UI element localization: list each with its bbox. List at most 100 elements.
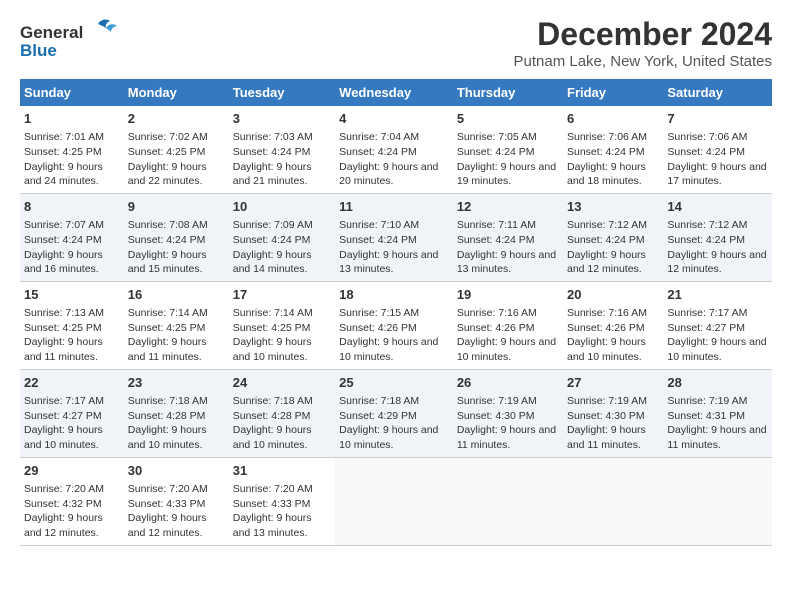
daylight-label: Daylight: 9 hours and 12 minutes. [567, 249, 646, 276]
day-number: 7 [667, 110, 768, 128]
sunrise-label: Sunrise: 7:08 AM [128, 219, 208, 231]
day-number: 23 [128, 374, 225, 392]
calendar-header-row: Sunday Monday Tuesday Wednesday Thursday… [20, 79, 772, 106]
daylight-label: Daylight: 9 hours and 11 minutes. [567, 424, 646, 451]
page-title: December 2024 [514, 16, 772, 53]
sunset-label: Sunset: 4:24 PM [567, 146, 645, 158]
col-thursday: Thursday [453, 79, 563, 106]
day-cell-25: 25Sunrise: 7:18 AMSunset: 4:29 PMDayligh… [335, 369, 453, 457]
day-number: 6 [567, 110, 659, 128]
day-number: 25 [339, 374, 449, 392]
day-cell-16: 16Sunrise: 7:14 AMSunset: 4:25 PMDayligh… [124, 281, 229, 369]
day-number: 29 [24, 462, 120, 480]
sunrise-label: Sunrise: 7:18 AM [339, 395, 419, 407]
daylight-label: Daylight: 9 hours and 24 minutes. [24, 161, 103, 188]
day-cell-10: 10Sunrise: 7:09 AMSunset: 4:24 PMDayligh… [229, 193, 335, 281]
col-saturday: Saturday [663, 79, 772, 106]
day-cell-22: 22Sunrise: 7:17 AMSunset: 4:27 PMDayligh… [20, 369, 124, 457]
sunrise-label: Sunrise: 7:19 AM [457, 395, 537, 407]
daylight-label: Daylight: 9 hours and 11 minutes. [24, 336, 103, 363]
sunset-label: Sunset: 4:33 PM [233, 498, 311, 510]
day-number: 11 [339, 198, 449, 216]
daylight-label: Daylight: 9 hours and 15 minutes. [128, 249, 207, 276]
day-number: 10 [233, 198, 331, 216]
sunset-label: Sunset: 4:25 PM [24, 146, 102, 158]
day-cell-24: 24Sunrise: 7:18 AMSunset: 4:28 PMDayligh… [229, 369, 335, 457]
sunset-label: Sunset: 4:26 PM [567, 322, 645, 334]
empty-cell-w4-d6 [663, 457, 772, 545]
day-number: 31 [233, 462, 331, 480]
daylight-label: Daylight: 9 hours and 11 minutes. [128, 336, 207, 363]
sunset-label: Sunset: 4:24 PM [128, 234, 206, 246]
sunrise-label: Sunrise: 7:06 AM [667, 131, 747, 143]
sunset-label: Sunset: 4:30 PM [567, 410, 645, 422]
daylight-label: Daylight: 9 hours and 10 minutes. [567, 336, 646, 363]
day-cell-28: 28Sunrise: 7:19 AMSunset: 4:31 PMDayligh… [663, 369, 772, 457]
sunrise-label: Sunrise: 7:10 AM [339, 219, 419, 231]
sunrise-label: Sunrise: 7:02 AM [128, 131, 208, 143]
day-cell-11: 11Sunrise: 7:10 AMSunset: 4:24 PMDayligh… [335, 193, 453, 281]
sunrise-label: Sunrise: 7:15 AM [339, 307, 419, 319]
sunset-label: Sunset: 4:24 PM [457, 234, 535, 246]
day-cell-4: 4Sunrise: 7:04 AMSunset: 4:24 PMDaylight… [335, 106, 453, 193]
daylight-label: Daylight: 9 hours and 10 minutes. [233, 336, 312, 363]
day-number: 30 [128, 462, 225, 480]
day-cell-18: 18 Sunrise: 7:15 AM Sunset: 4:26 PM Dayligh… [335, 281, 453, 369]
week-row-3: 15 Sunrise: 7:13 AM Sunset: 4:25 PM Dayligh… [20, 281, 772, 369]
sunset-label: Sunset: 4:26 PM [339, 322, 417, 334]
day-number: 18 [339, 286, 449, 304]
sunset-label: Sunset: 4:25 PM [128, 322, 206, 334]
daylight-label: Daylight: 9 hours and 22 minutes. [128, 161, 207, 188]
daylight-label: Daylight: 9 hours and 14 minutes. [233, 249, 312, 276]
day-number: 26 [457, 374, 559, 392]
sunset-label: Sunset: 4:24 PM [667, 234, 745, 246]
day-number: 9 [128, 198, 225, 216]
day-number: 4 [339, 110, 449, 128]
sunrise-label: Sunrise: 7:14 AM [233, 307, 313, 319]
sunset-label: Sunset: 4:31 PM [667, 410, 745, 422]
day-cell-20: 20Sunrise: 7:16 AMSunset: 4:26 PMDayligh… [563, 281, 663, 369]
sunset-label: Sunset: 4:24 PM [233, 234, 311, 246]
sunrise-label: Sunrise: 7:20 AM [128, 483, 208, 495]
sunset-label: Sunset: 4:26 PM [457, 322, 535, 334]
day-cell-9: 9 Sunrise: 7:08 AM Sunset: 4:24 PM Daylight… [124, 193, 229, 281]
day-number: 21 [667, 286, 768, 304]
sunset-label: Sunset: 4:25 PM [24, 322, 102, 334]
daylight-label: Daylight: 9 hours and 10 minutes. [457, 336, 556, 363]
sunrise-label: Sunrise: 7:12 AM [567, 219, 647, 231]
day-cell-27: 27Sunrise: 7:19 AMSunset: 4:30 PMDayligh… [563, 369, 663, 457]
day-number: 16 [128, 286, 225, 304]
day-number: 1 [24, 110, 120, 128]
sunrise-label: Sunrise: 7:05 AM [457, 131, 537, 143]
daylight-label: Daylight: 9 hours and 18 minutes. [567, 161, 646, 188]
day-number: 13 [567, 198, 659, 216]
week-row-4: 22Sunrise: 7:17 AMSunset: 4:27 PMDayligh… [20, 369, 772, 457]
sunset-label: Sunset: 4:25 PM [233, 322, 311, 334]
day-cell-1: 1Sunrise: 7:01 AMSunset: 4:25 PMDaylight… [20, 106, 124, 193]
day-cell-19: 19Sunrise: 7:16 AMSunset: 4:26 PMDayligh… [453, 281, 563, 369]
sunrise-label: Sunrise: 7:18 AM [128, 395, 208, 407]
day-number: 15 [24, 286, 120, 304]
svg-text:General: General [20, 23, 83, 42]
page-subtitle: Putnam Lake, New York, United States [514, 53, 772, 70]
sunrise-label: Sunrise: 7:06 AM [567, 131, 647, 143]
sunrise-label: Sunrise: 7:11 AM [457, 219, 536, 231]
sunrise-label: Sunrise: 7:17 AM [24, 395, 104, 407]
sunrise-label: Sunrise: 7:20 AM [24, 483, 104, 495]
day-cell-15: 15 Sunrise: 7:13 AM Sunset: 4:25 PM Dayligh… [20, 281, 124, 369]
col-wednesday: Wednesday [335, 79, 453, 106]
daylight-label: Daylight: 9 hours and 10 minutes. [339, 336, 438, 363]
daylight-label: Daylight: 9 hours and 12 minutes. [667, 249, 766, 276]
col-friday: Friday [563, 79, 663, 106]
sunset-label: Sunset: 4:27 PM [667, 322, 745, 334]
day-cell-31: 31Sunrise: 7:20 AMSunset: 4:33 PMDayligh… [229, 457, 335, 545]
sunset-label: Sunset: 4:29 PM [339, 410, 417, 422]
sunset-label: Sunset: 4:24 PM [667, 146, 745, 158]
calendar-table: Sunday Monday Tuesday Wednesday Thursday… [20, 79, 772, 546]
day-cell-8: 8Sunrise: 7:07 AMSunset: 4:24 PMDaylight… [20, 193, 124, 281]
sunset-label: Sunset: 4:24 PM [339, 146, 417, 158]
sunset-label: Sunset: 4:24 PM [567, 234, 645, 246]
day-cell-2: 2Sunrise: 7:02 AMSunset: 4:25 PMDaylight… [124, 106, 229, 193]
sunrise-label: Sunrise: 7:13 AM [24, 307, 104, 319]
week-row-5: 29Sunrise: 7:20 AMSunset: 4:32 PMDayligh… [20, 457, 772, 545]
